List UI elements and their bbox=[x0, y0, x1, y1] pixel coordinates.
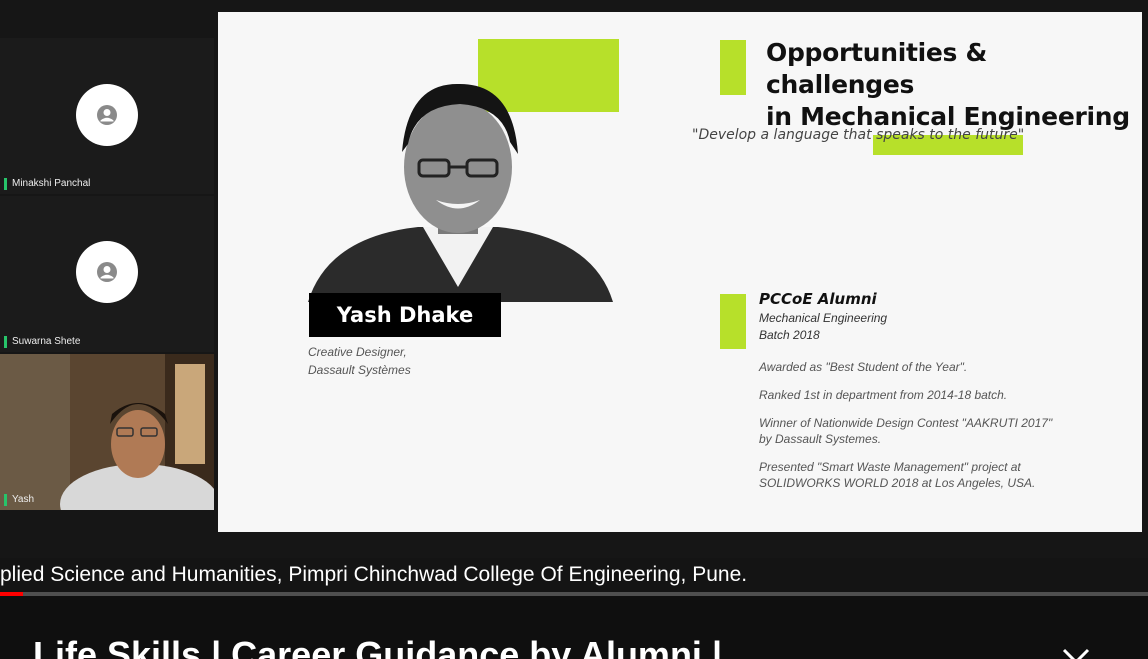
participant-tile[interactable]: Suwarna Shete bbox=[0, 196, 214, 352]
achievement-item: Presented "Smart Waste Management" proje… bbox=[759, 460, 1036, 490]
achievement-item: Awarded as "Best Student of the Year". bbox=[759, 360, 968, 374]
participant-video bbox=[0, 354, 214, 510]
accent-bar bbox=[720, 294, 746, 349]
alumni-details: Mechanical Engineering Batch 2018 bbox=[759, 310, 887, 344]
meeting-view: Minakshi Panchal Suwarna Shete Yash Oppo… bbox=[0, 0, 1148, 560]
participant-tile[interactable]: Minakshi Panchal bbox=[0, 38, 214, 194]
presentation-slide: Opportunities & challenges in Mechanical… bbox=[218, 12, 1142, 532]
expand-button[interactable] bbox=[1056, 640, 1096, 659]
avatar bbox=[76, 241, 138, 303]
speaker-role: Creative Designer, Dassault Systèmes bbox=[308, 343, 411, 379]
slide-title: Opportunities & challenges in Mechanical… bbox=[766, 37, 1142, 133]
speaker-role-line: Creative Designer, bbox=[308, 345, 407, 359]
accent-bar bbox=[720, 40, 746, 95]
participant-name: Minakshi Panchal bbox=[4, 178, 90, 190]
slide-title-line: Opportunities & challenges bbox=[766, 38, 988, 99]
video-title[interactable]: Life Skills | Career Guidance by Alumni … bbox=[33, 634, 722, 659]
person-icon bbox=[97, 262, 117, 282]
achievements-list: Awarded as "Best Student of the Year". R… bbox=[759, 359, 1059, 503]
achievement-item: Winner of Nationwide Design Contest "AAK… bbox=[759, 416, 1053, 446]
alumni-batch: Batch 2018 bbox=[759, 328, 820, 342]
speaker-name: Yash Dhake bbox=[309, 293, 501, 337]
participant-video-tile[interactable]: Yash bbox=[0, 354, 214, 510]
participant-name: Suwarna Shete bbox=[4, 336, 80, 348]
progress-fill bbox=[0, 592, 23, 596]
alumni-heading: PCCoE Alumni bbox=[759, 290, 877, 308]
progress-bar[interactable] bbox=[0, 592, 1148, 596]
achievement-item: Ranked 1st in department from 2014-18 ba… bbox=[759, 388, 1008, 402]
participant-name: Yash bbox=[4, 494, 34, 506]
speaker-portrait bbox=[308, 83, 613, 302]
speaker-company: Dassault Systèmes bbox=[308, 363, 411, 377]
slide-quote: "Develop a language that speaks to the f… bbox=[692, 127, 1025, 143]
video-caption: plied Science and Humanities, Pimpri Chi… bbox=[0, 563, 748, 586]
alumni-department: Mechanical Engineering bbox=[759, 311, 888, 325]
chevron-down-icon bbox=[1062, 648, 1090, 659]
person-icon bbox=[97, 105, 117, 125]
avatar bbox=[76, 84, 138, 146]
